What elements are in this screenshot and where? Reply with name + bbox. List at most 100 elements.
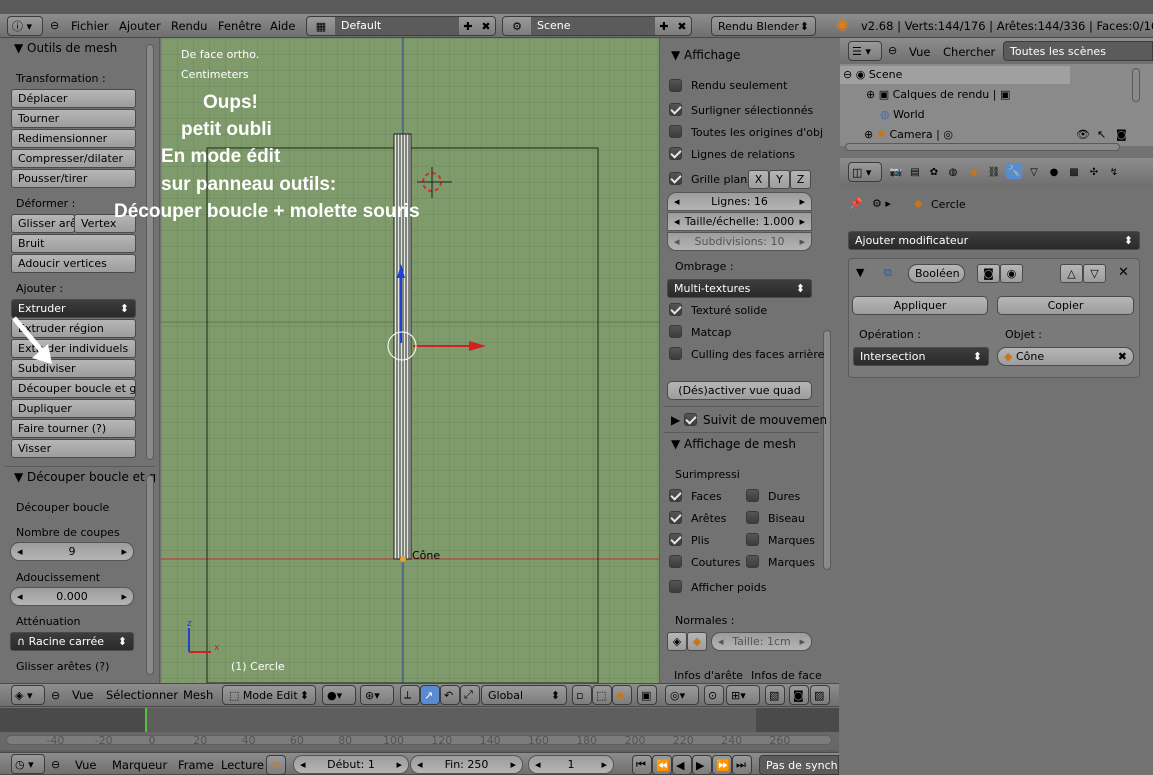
vertex-select-mode[interactable]: ⬚ bbox=[592, 685, 612, 705]
next-keyframe-button[interactable]: ⏩ bbox=[712, 755, 732, 775]
rotate-manipulator[interactable]: ↶ bbox=[440, 685, 460, 705]
creases-checkbox[interactable] bbox=[669, 533, 682, 546]
selectable-cursor-icon[interactable]: ↖ bbox=[1097, 128, 1106, 141]
expand-icon[interactable]: ⊕ bbox=[866, 88, 875, 101]
layout-selector[interactable]: ▦ Default ✚ ✖ bbox=[306, 16, 496, 36]
arrow-left-icon[interactable]: ◂ bbox=[674, 235, 680, 248]
outliner-menu-search[interactable]: Chercher bbox=[943, 45, 995, 59]
matcap-checkbox[interactable] bbox=[669, 325, 682, 338]
arrow-left-icon[interactable]: ◂ bbox=[535, 758, 541, 771]
outliner-row-world[interactable]: ◍ World bbox=[880, 108, 925, 121]
add-icon[interactable]: ✚ bbox=[459, 20, 477, 33]
prev-keyframe-button[interactable]: ⏪ bbox=[652, 755, 672, 775]
timeline-menu-marker[interactable]: Marqueur bbox=[112, 758, 167, 772]
collapse-icon[interactable]: ⊖ bbox=[51, 758, 60, 771]
timeline-menu-playback[interactable]: Lecture bbox=[221, 758, 264, 772]
modifiers-tab-icon[interactable]: 🔧 bbox=[1006, 163, 1022, 179]
play-button[interactable]: ▶ bbox=[692, 755, 712, 775]
jump-start-button[interactable]: ⏮ bbox=[632, 755, 652, 775]
collapse-icon[interactable]: ⊖ bbox=[50, 19, 59, 32]
current-frame-field[interactable]: ◂ 1 ▸ bbox=[528, 755, 614, 774]
start-frame-field[interactable]: ◂ Début: 1 ▸ bbox=[293, 755, 409, 774]
texture-tab-icon[interactable]: ▩ bbox=[1066, 164, 1082, 180]
shading-select[interactable]: Multi-textures ⬍ bbox=[667, 279, 812, 298]
all-origins-checkbox[interactable] bbox=[669, 125, 682, 138]
edges-checkbox[interactable] bbox=[669, 511, 682, 524]
face-normals-toggle[interactable]: ◆ bbox=[687, 632, 707, 651]
view-menu[interactable]: Vue bbox=[72, 688, 93, 702]
arrow-right-icon[interactable]: ▸ bbox=[601, 758, 607, 771]
arrow-right-icon[interactable]: ▸ bbox=[510, 758, 516, 771]
expand-icon[interactable]: ⊕ bbox=[864, 128, 873, 141]
move-up-button[interactable]: △ bbox=[1060, 264, 1083, 283]
seams-checkbox[interactable] bbox=[669, 555, 682, 568]
close-icon[interactable]: ✖ bbox=[673, 20, 691, 33]
close-icon[interactable]: ✖ bbox=[477, 20, 495, 33]
rotate-button[interactable]: Tourner bbox=[11, 109, 136, 128]
constraints-tab-icon[interactable]: ⛓ bbox=[986, 164, 1002, 180]
weights-checkbox[interactable] bbox=[669, 580, 682, 593]
outline-selected-checkbox[interactable] bbox=[669, 103, 682, 116]
slide-edge-button[interactable]: Glisser arê bbox=[11, 214, 75, 233]
material-tab-icon[interactable]: ● bbox=[1046, 164, 1062, 180]
tool-shelf-scrollbar[interactable] bbox=[146, 44, 154, 460]
sharp-checkbox[interactable] bbox=[746, 489, 759, 502]
grid-scale-field[interactable]: ◂ Taille/échelle: 1.000 ▸ bbox=[667, 212, 812, 231]
outliner-vscrollbar[interactable] bbox=[1132, 68, 1140, 102]
collapse-icon[interactable]: ⊖ bbox=[888, 44, 897, 57]
operator-title[interactable]: ▼ Découper boucle et g bbox=[14, 470, 156, 484]
mesh-display-title[interactable]: ▼ Affichage de mesh bbox=[671, 437, 796, 451]
play-reverse-button[interactable]: ◀ bbox=[672, 755, 692, 775]
textured-solid-checkbox[interactable] bbox=[669, 303, 682, 316]
particles-tab-icon[interactable]: ✣ bbox=[1086, 164, 1102, 180]
translate-button[interactable]: Déplacer bbox=[11, 89, 136, 108]
scene-selector[interactable]: ⚙ Scene ✚ ✖ bbox=[502, 16, 692, 36]
relationship-lines-checkbox[interactable] bbox=[669, 147, 682, 160]
add-icon[interactable]: ✚ bbox=[655, 20, 673, 33]
collapse-icon[interactable]: ⊖ bbox=[51, 689, 60, 702]
translate-manipulator[interactable]: ↗ bbox=[420, 685, 440, 705]
apply-button[interactable]: Appliquer bbox=[852, 296, 988, 315]
marks-checkbox-2[interactable] bbox=[746, 555, 759, 568]
menu-render[interactable]: Rendu bbox=[171, 19, 207, 33]
outliner-row-camera[interactable]: ⊕ ✱ Camera | ◎ bbox=[864, 128, 953, 141]
cuts-field[interactable]: ◂ 9 ▸ bbox=[10, 542, 134, 561]
arrow-left-icon[interactable]: ◂ bbox=[674, 195, 680, 208]
vertex-normals-toggle[interactable]: ◈ bbox=[667, 632, 687, 651]
toggle-quad-view-button[interactable]: (Dés)activer vue quad bbox=[667, 381, 812, 400]
close-icon[interactable]: ✕ bbox=[1118, 265, 1129, 280]
timeline-editor-button[interactable]: ◷ ▾ bbox=[11, 754, 45, 774]
tool-panel-title[interactable]: ▼ Outils de mesh bbox=[14, 41, 117, 55]
timeline-menu-frame[interactable]: Frame bbox=[178, 758, 214, 772]
mode-select[interactable]: ⬚ Mode Edit ⬍ bbox=[222, 685, 316, 705]
orientation-select[interactable]: Global ⬍ bbox=[481, 685, 567, 705]
show-viewport-toggle[interactable]: ◉ bbox=[1000, 264, 1023, 283]
sync-mode-select[interactable]: Pas de synchro bbox=[759, 755, 839, 775]
arrow-left-icon[interactable]: ◂ bbox=[674, 215, 680, 228]
falloff-select[interactable]: ∩ Racine carrée ⬍ bbox=[10, 632, 134, 651]
normal-size-field[interactable]: ◂ Taille: 1cm ▸ bbox=[711, 632, 812, 651]
outliner-row-render-layers[interactable]: ⊕ ▣ Calques de rendu | ▣ bbox=[866, 88, 1010, 101]
add-modifier-select[interactable]: Ajouter modificateur ⬍ bbox=[848, 231, 1140, 250]
operation-select[interactable]: Intersection ⬍ bbox=[853, 347, 989, 366]
pin-icon[interactable]: 📌 bbox=[849, 197, 863, 210]
snap-toggle[interactable]: ⊙ bbox=[704, 685, 724, 705]
mesh-menu[interactable]: Mesh bbox=[183, 688, 213, 702]
outliner-filter-select[interactable]: Toutes les scènes bbox=[1003, 41, 1153, 61]
arrow-right-icon[interactable]: ▸ bbox=[799, 195, 805, 208]
properties-scrollbar[interactable] bbox=[823, 330, 831, 570]
arrow-right-icon[interactable]: ▸ bbox=[121, 545, 127, 558]
marks-checkbox-1[interactable] bbox=[746, 533, 759, 546]
object-select[interactable]: ◆ Cône ✖ bbox=[997, 347, 1134, 366]
proportional-edit-select[interactable]: ◎ ▾ bbox=[665, 685, 699, 705]
axis-y-toggle[interactable]: Y bbox=[769, 170, 790, 189]
show-render-toggle[interactable]: ◙ bbox=[977, 264, 1000, 283]
axis-x-toggle[interactable]: X bbox=[748, 170, 769, 189]
render-button[interactable]: ▨ bbox=[810, 685, 830, 705]
opengl-anim-button[interactable]: ◙ bbox=[789, 685, 809, 705]
menu-window[interactable]: Fenêtre bbox=[218, 19, 261, 33]
arrow-left-icon[interactable]: ◂ bbox=[300, 758, 306, 771]
menu-file[interactable]: Fichier bbox=[71, 19, 109, 33]
move-down-button[interactable]: ▽ bbox=[1083, 264, 1106, 283]
data-tab-icon[interactable]: ▽ bbox=[1026, 164, 1042, 180]
